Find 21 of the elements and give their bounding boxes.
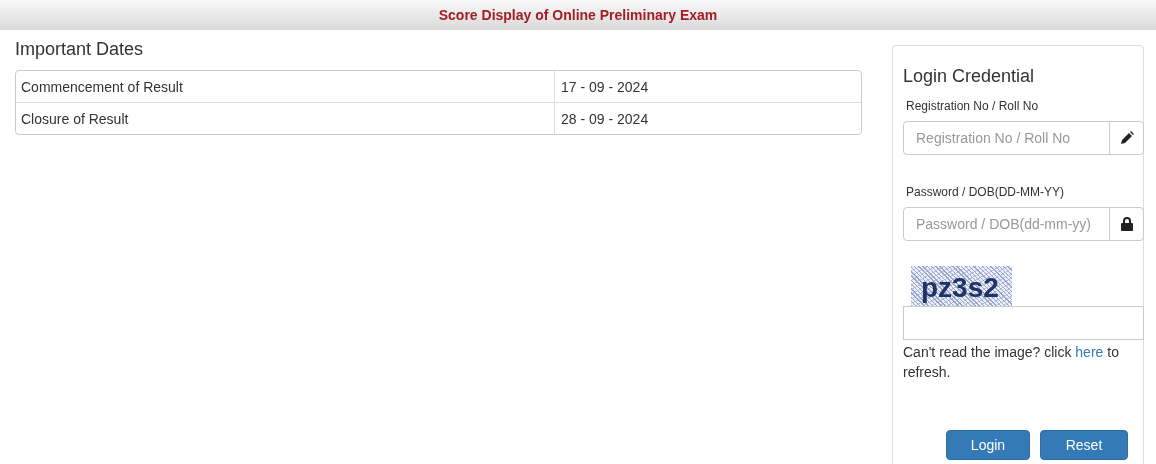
field-label: Password / DOB(DD-MM-YY) — [906, 185, 1065, 199]
captcha-image: pz3s2 — [911, 266, 1012, 306]
table-cell-text: 17 - 09 - 2024 — [560, 77, 649, 97]
panel-title: Login Credential — [903, 66, 1035, 87]
input-group[interactable]: Registration No / Roll No — [903, 121, 1144, 155]
page-title: Score Display of Online Preliminary Exam — [438, 7, 718, 23]
captcha-input[interactable] — [903, 306, 1144, 340]
table-cell: Commencement of Result — [16, 71, 555, 102]
action-button[interactable]: Reset — [1040, 430, 1128, 460]
table-cell: Closure of Result — [16, 103, 555, 134]
field-label: Registration No / Roll No — [906, 99, 1040, 113]
refresh-link[interactable]: here — [1075, 344, 1104, 360]
pencil-icon — [1119, 131, 1134, 145]
section-title: Important Dates — [15, 39, 145, 60]
help-text: Can't read the image? click here to refresh. — [903, 343, 1120, 382]
input-field[interactable]: Password / DOB(dd-mm-yy) — [904, 208, 1109, 240]
action-button[interactable]: Login — [946, 430, 1030, 460]
input-group[interactable]: Password / DOB(dd-mm-yy) — [903, 207, 1144, 241]
input-field[interactable]: Registration No / Roll No — [904, 122, 1109, 154]
lock-icon — [1120, 217, 1133, 231]
table-cell-text: 28 - 09 - 2024 — [560, 109, 649, 129]
